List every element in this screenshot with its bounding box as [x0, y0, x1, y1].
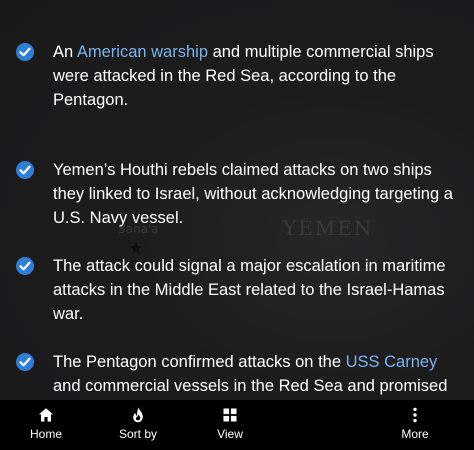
nav-more-button[interactable]: More	[383, 400, 447, 450]
nav-sort-label: Sort by	[118, 427, 157, 441]
home-icon	[39, 408, 53, 422]
check-circle-icon	[16, 161, 34, 179]
bullet-text-before: The Pentagon confirmed attacks on the	[53, 353, 346, 371]
check-circle-icon	[16, 257, 34, 275]
bullet-text-after: and commercial vessels in the Red Sea an…	[53, 377, 448, 395]
bullet-text-before: An	[53, 43, 77, 61]
flame-icon	[133, 407, 143, 423]
bullet-text: The Pentagon confirmed attacks on the US…	[53, 350, 463, 398]
bottom-navigation: Home Sort by View More	[0, 400, 474, 450]
bullet-text-before: Yemen’s Houthi rebels claimed attacks on…	[53, 161, 453, 227]
nav-sort-button[interactable]: Sort by	[106, 400, 170, 450]
more-vertical-icon	[413, 407, 417, 423]
american-warship-link[interactable]: American warship	[77, 43, 208, 61]
nav-view-button[interactable]: View	[198, 400, 262, 450]
nav-home-label: Home	[29, 427, 62, 441]
nav-more-label: More	[401, 427, 429, 441]
check-circle-icon	[16, 353, 34, 371]
nav-home-button[interactable]: Home	[14, 400, 78, 450]
bullet-text: An American warship and multiple commerc…	[53, 40, 463, 112]
bullet-text: The attack could signal a major escalati…	[53, 254, 463, 326]
grid-view-icon	[223, 408, 237, 422]
bullet-text-before: The attack could signal a major escalati…	[53, 257, 446, 323]
uss-carney-link[interactable]: USS Carney	[346, 353, 438, 371]
nav-view-label: View	[217, 427, 243, 441]
bullet-text: Yemen’s Houthi rebels claimed attacks on…	[53, 158, 463, 230]
check-circle-icon	[16, 43, 34, 61]
